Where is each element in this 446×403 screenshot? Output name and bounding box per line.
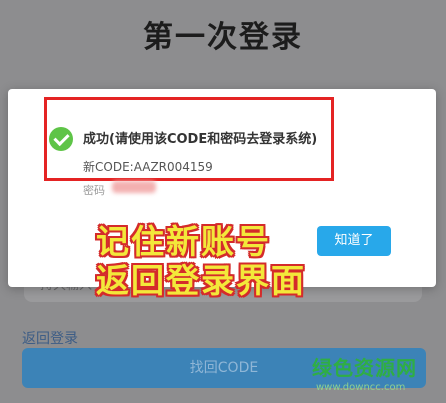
- annotation-return-login: 返回登录界面: [96, 261, 306, 300]
- watermark-url: www.downcc.com: [316, 382, 406, 393]
- page-title: 第一次登录: [143, 20, 303, 55]
- confirm-button[interactable]: 知道了: [317, 226, 391, 256]
- check-circle-icon: [49, 127, 73, 151]
- new-code-text: 新CODE:AAZR004159: [83, 160, 213, 174]
- password-redaction: [112, 181, 156, 193]
- watermark-brand: 绿色资源网: [312, 356, 417, 380]
- success-message: 成功(请使用该CODE和密码去登录系统): [83, 132, 318, 147]
- back-to-login-link[interactable]: 返回登录: [22, 328, 78, 348]
- success-dialog: 成功(请使用该CODE和密码去登录系统) 新CODE:AAZR004159 密码…: [8, 89, 436, 300]
- password-label: 密码: [83, 184, 105, 197]
